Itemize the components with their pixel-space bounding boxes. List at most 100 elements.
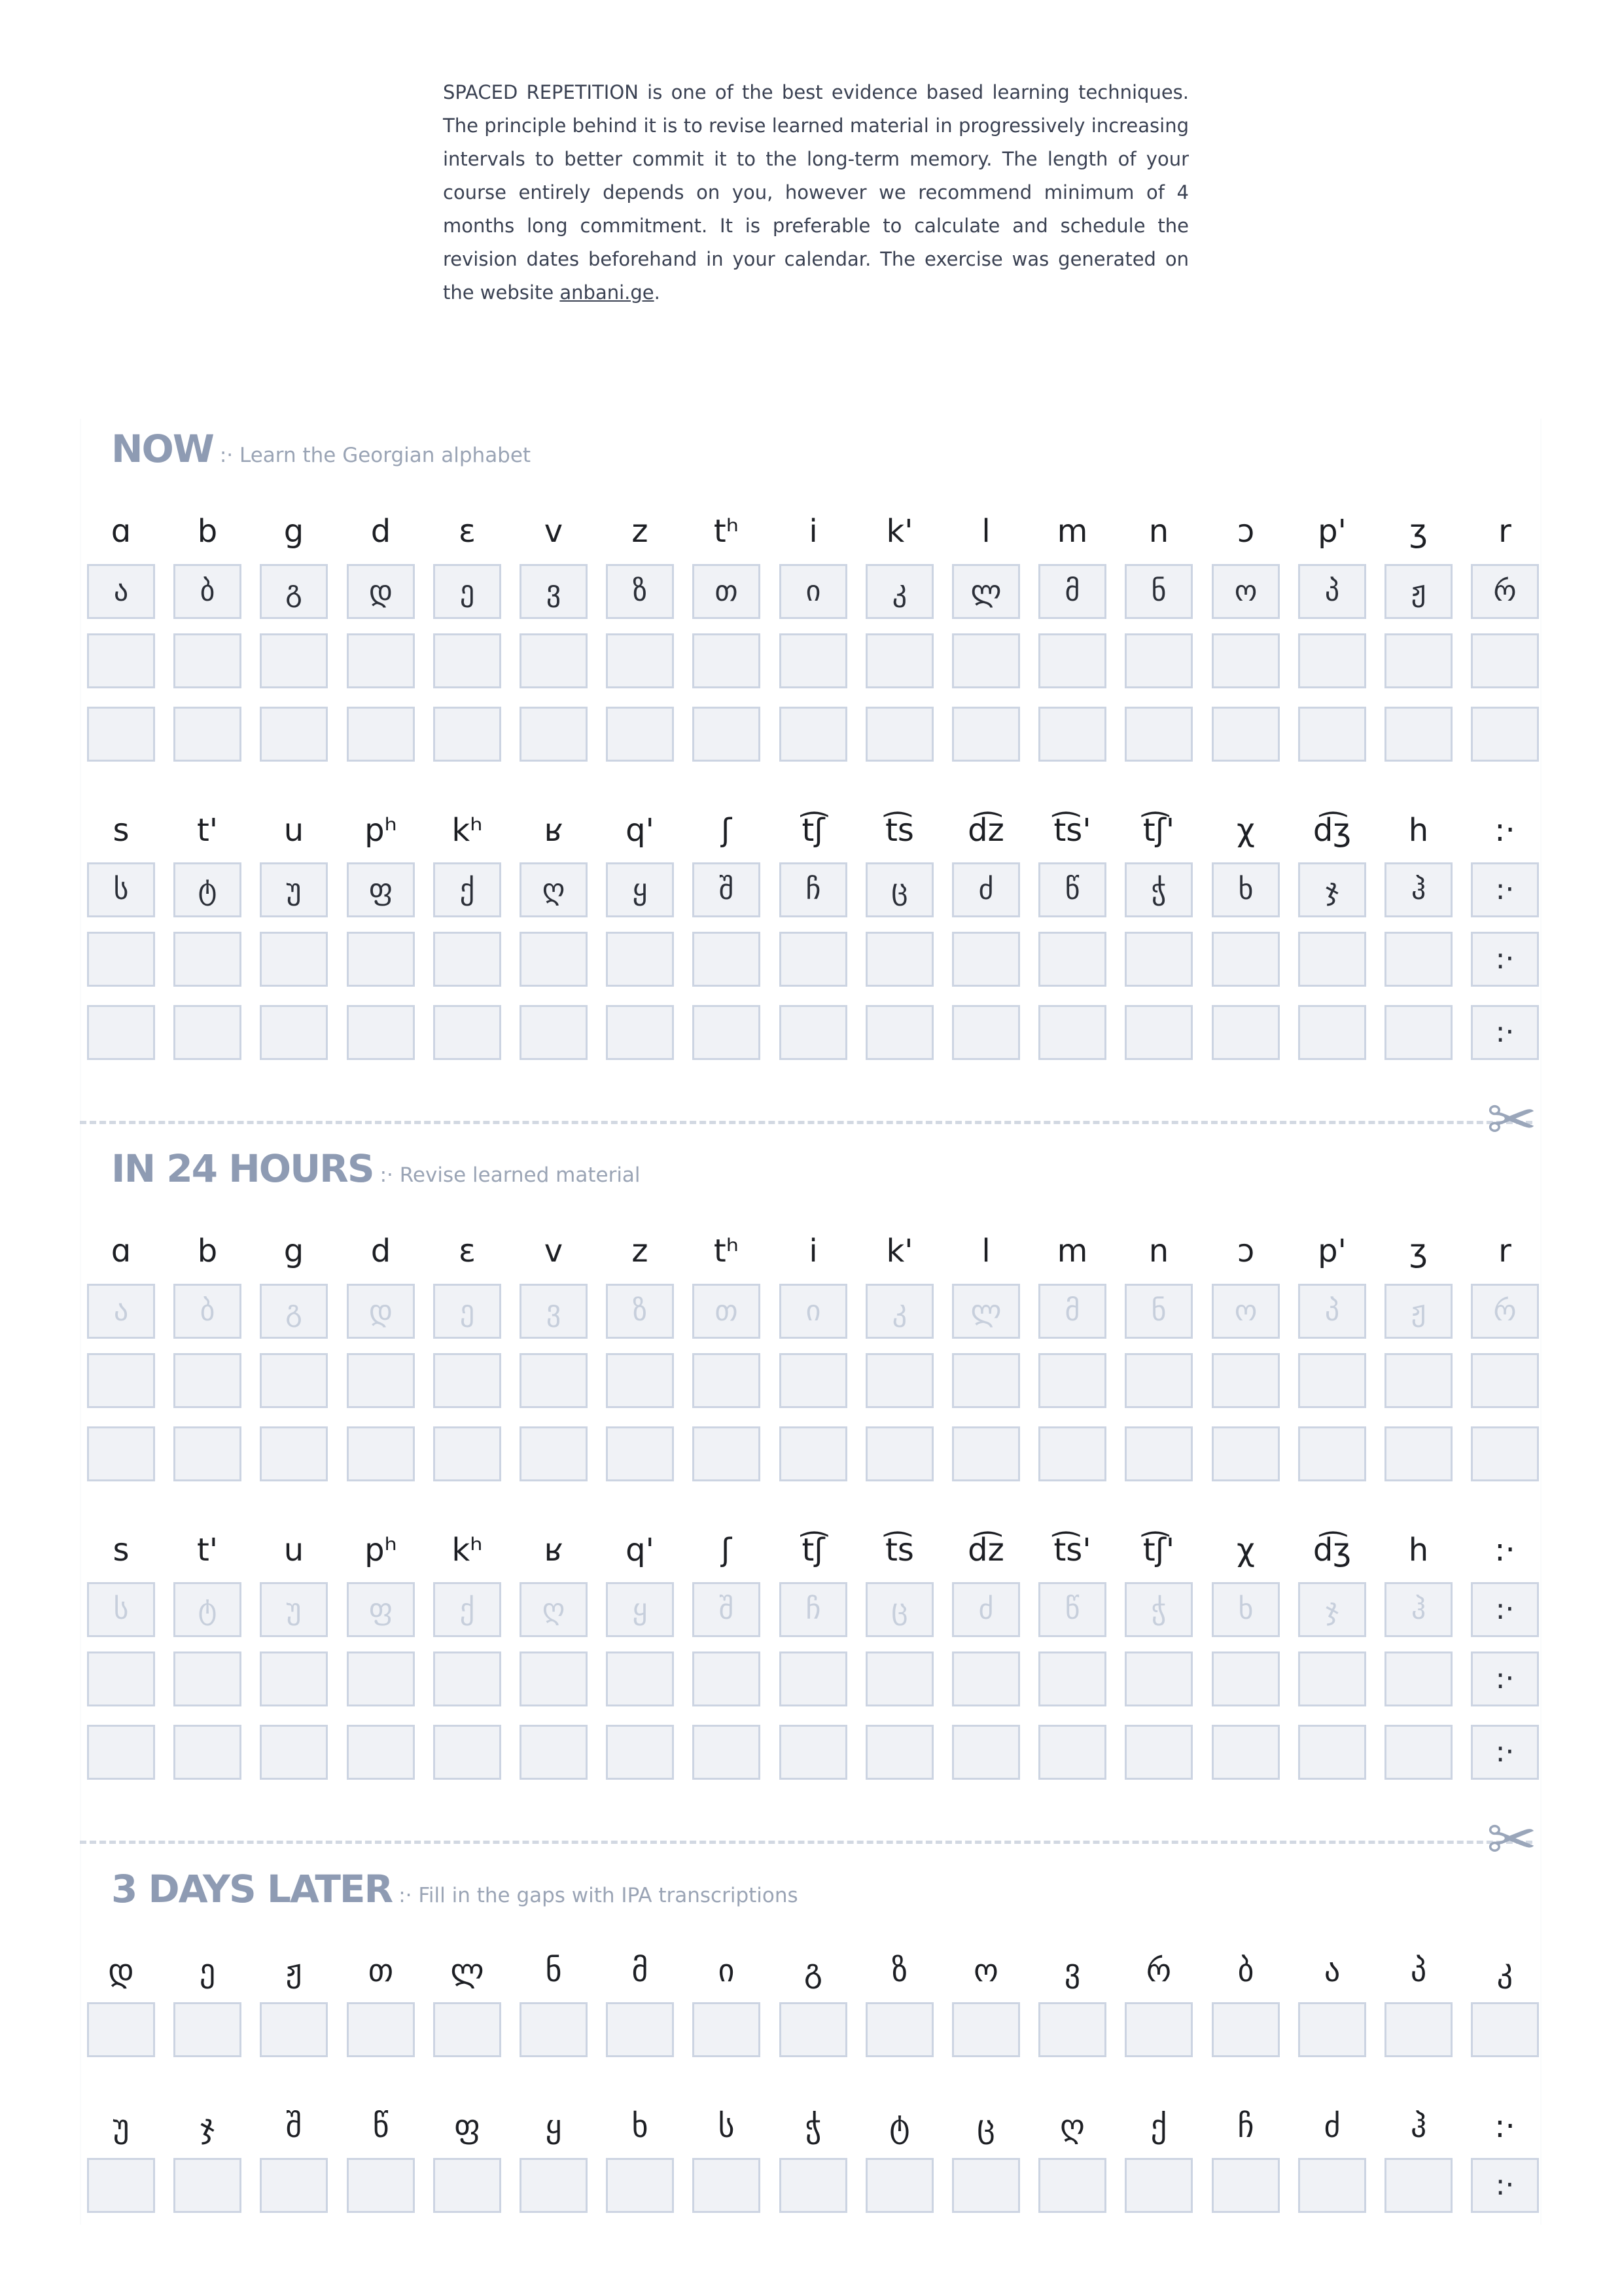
practice-box[interactable] — [1298, 1353, 1366, 1408]
practice-box[interactable] — [952, 1426, 1020, 1481]
practice-box[interactable] — [1471, 1426, 1539, 1481]
practice-box[interactable] — [1384, 707, 1453, 762]
practice-box[interactable] — [1125, 932, 1193, 987]
practice-box[interactable] — [1038, 633, 1106, 688]
practice-box[interactable] — [1038, 707, 1106, 762]
practice-box[interactable] — [87, 1353, 155, 1408]
practice-box[interactable] — [952, 1005, 1020, 1060]
practice-box[interactable] — [779, 2158, 847, 2213]
practice-box[interactable] — [1384, 2002, 1453, 2057]
practice-box[interactable] — [87, 1005, 155, 1060]
practice-box[interactable] — [1212, 1725, 1280, 1780]
practice-box[interactable] — [520, 707, 588, 762]
practice-box[interactable] — [1384, 2158, 1453, 2213]
practice-box[interactable] — [1212, 2158, 1280, 2213]
practice-box[interactable] — [520, 1725, 588, 1780]
practice-box[interactable] — [1038, 1353, 1106, 1408]
practice-box[interactable] — [433, 2158, 501, 2213]
practice-box[interactable] — [866, 633, 934, 688]
practice-box[interactable] — [433, 1353, 501, 1408]
practice-box[interactable] — [606, 1651, 674, 1706]
practice-box[interactable] — [692, 1005, 760, 1060]
practice-box[interactable] — [1298, 1426, 1366, 1481]
practice-box[interactable] — [692, 1725, 760, 1780]
practice-box[interactable] — [433, 1005, 501, 1060]
practice-box[interactable] — [952, 932, 1020, 987]
practice-box[interactable] — [1384, 1426, 1453, 1481]
practice-box[interactable] — [692, 633, 760, 688]
practice-box[interactable] — [433, 1426, 501, 1481]
practice-box[interactable] — [1298, 932, 1366, 987]
practice-box[interactable] — [1038, 1725, 1106, 1780]
practice-box[interactable] — [433, 932, 501, 987]
practice-box[interactable] — [1471, 2002, 1539, 2057]
practice-box[interactable] — [692, 1651, 760, 1706]
practice-box[interactable] — [692, 1426, 760, 1481]
practice-box[interactable] — [606, 707, 674, 762]
practice-box[interactable] — [520, 1353, 588, 1408]
practice-box[interactable] — [606, 633, 674, 688]
practice-box[interactable] — [1125, 1426, 1193, 1481]
practice-box[interactable] — [173, 1725, 241, 1780]
practice-box[interactable] — [606, 932, 674, 987]
practice-box[interactable] — [1038, 2002, 1106, 2057]
practice-box[interactable] — [866, 1426, 934, 1481]
practice-box[interactable] — [347, 2158, 415, 2213]
practice-box[interactable] — [1125, 1725, 1193, 1780]
practice-box[interactable] — [260, 1005, 328, 1060]
practice-box[interactable] — [1471, 1353, 1539, 1408]
practice-box[interactable] — [606, 1426, 674, 1481]
practice-box[interactable] — [173, 707, 241, 762]
practice-box[interactable] — [173, 633, 241, 688]
practice-box[interactable] — [1212, 707, 1280, 762]
practice-box[interactable] — [1471, 707, 1539, 762]
practice-box[interactable] — [87, 633, 155, 688]
practice-box[interactable] — [173, 2002, 241, 2057]
practice-box[interactable] — [606, 1353, 674, 1408]
practice-box[interactable] — [1298, 1651, 1366, 1706]
practice-box[interactable] — [260, 1651, 328, 1706]
practice-box[interactable] — [347, 932, 415, 987]
practice-box[interactable] — [952, 1651, 1020, 1706]
practice-box[interactable] — [87, 1651, 155, 1706]
practice-box[interactable] — [779, 2002, 847, 2057]
practice-box[interactable] — [606, 2002, 674, 2057]
practice-box[interactable] — [866, 707, 934, 762]
practice-box[interactable] — [433, 1651, 501, 1706]
practice-box[interactable] — [1038, 2158, 1106, 2213]
practice-box[interactable] — [692, 2158, 760, 2213]
practice-box[interactable] — [1212, 1353, 1280, 1408]
practice-box[interactable] — [173, 1353, 241, 1408]
practice-box[interactable] — [520, 2158, 588, 2213]
practice-box[interactable] — [260, 707, 328, 762]
practice-box[interactable] — [692, 2002, 760, 2057]
practice-box[interactable] — [1298, 707, 1366, 762]
practice-box[interactable] — [1298, 2002, 1366, 2057]
practice-box[interactable] — [520, 1651, 588, 1706]
practice-box[interactable] — [1125, 2002, 1193, 2057]
practice-box[interactable] — [1125, 707, 1193, 762]
practice-box[interactable] — [606, 1725, 674, 1780]
practice-box[interactable] — [87, 2158, 155, 2213]
practice-box[interactable] — [347, 633, 415, 688]
practice-box[interactable] — [1125, 633, 1193, 688]
practice-box[interactable] — [1038, 1651, 1106, 1706]
practice-box[interactable] — [1384, 1353, 1453, 1408]
practice-box[interactable] — [433, 707, 501, 762]
practice-box[interactable] — [952, 1725, 1020, 1780]
practice-box[interactable] — [1212, 932, 1280, 987]
practice-box[interactable] — [1384, 1725, 1453, 1780]
practice-box[interactable] — [692, 932, 760, 987]
practice-box[interactable] — [1471, 633, 1539, 688]
practice-box[interactable] — [866, 1651, 934, 1706]
practice-box[interactable] — [1125, 1353, 1193, 1408]
practice-box[interactable] — [520, 2002, 588, 2057]
practice-box[interactable] — [1384, 932, 1453, 987]
practice-box[interactable] — [952, 707, 1020, 762]
practice-box[interactable] — [779, 1005, 847, 1060]
practice-box[interactable] — [1298, 633, 1366, 688]
practice-box[interactable] — [173, 932, 241, 987]
practice-box[interactable] — [260, 2002, 328, 2057]
practice-box[interactable] — [1384, 633, 1453, 688]
practice-box[interactable] — [1212, 1005, 1280, 1060]
